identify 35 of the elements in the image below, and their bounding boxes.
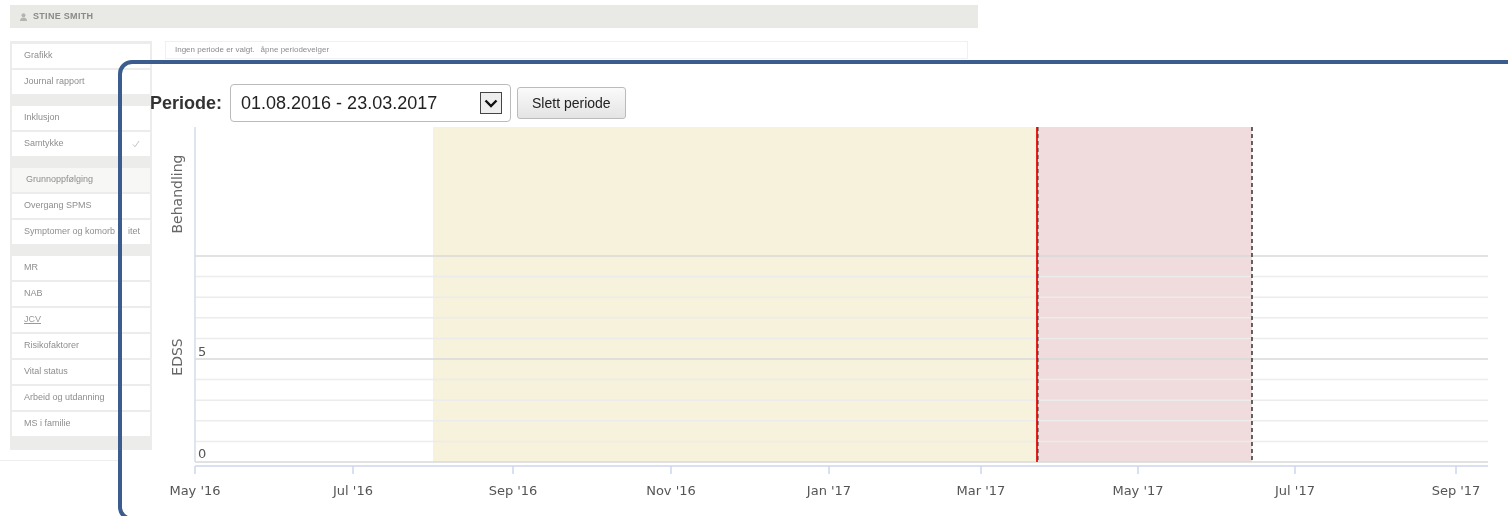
axis-label: 0 (198, 446, 207, 461)
axis-label: 5 (198, 344, 207, 359)
sidebar-item[interactable]: Journal rapport (12, 70, 150, 94)
axis-label: Jul '16 (333, 483, 373, 498)
sidebar-item[interactable]: Arbeid og utdanning (12, 386, 150, 410)
sidebar-item[interactable]: Vital status (12, 360, 150, 384)
sidebar-heading[interactable]: Grunnoppfølging (12, 168, 150, 192)
axis-label: Sep '17 (1431, 483, 1481, 498)
patient-name: STINE SMITH (33, 9, 94, 23)
person-icon (20, 12, 27, 21)
axis-label: Mar '17 (956, 483, 1006, 498)
open-period-link[interactable]: åpne periodevelger (260, 44, 330, 56)
axis-label: May '17 (1112, 483, 1164, 498)
sidebar-item[interactable]: Samtykke (12, 132, 150, 156)
sidebar-item[interactable]: Overgang SPMS (12, 194, 150, 218)
period-select[interactable]: 01.08.2016 - 23.03.2017 (230, 84, 512, 122)
sidebar-item[interactable]: Grafikk (12, 44, 150, 68)
sidebar-item[interactable]: JCV (12, 308, 150, 332)
notice-text: Ingen periode er valgt. (175, 44, 255, 56)
period-label: Periode: (150, 91, 223, 115)
delete-period-button[interactable]: Slett periode (517, 87, 626, 119)
axis-label: May '16 (169, 483, 221, 498)
axis-label: Nov '16 (646, 483, 696, 498)
item-text-fragment: itet (128, 225, 141, 239)
axis-label: Sep '16 (488, 483, 538, 498)
caret-icon (484, 98, 499, 108)
sidebar-item[interactable]: NAB (12, 282, 150, 306)
sidebar-item[interactable]: Symptomer og komorb itet (12, 220, 150, 244)
axis-label: Jul '17 (1275, 483, 1315, 498)
axis-title: EDSS (169, 338, 185, 376)
sidebar-item[interactable]: MR (12, 256, 150, 280)
sidebar-item[interactable]: Inklusjon (12, 106, 150, 130)
axis-label: Jan '17 (806, 483, 852, 498)
axis-title: Behandling (169, 154, 185, 234)
sidebar-item[interactable]: Risikofaktorer (12, 334, 150, 358)
